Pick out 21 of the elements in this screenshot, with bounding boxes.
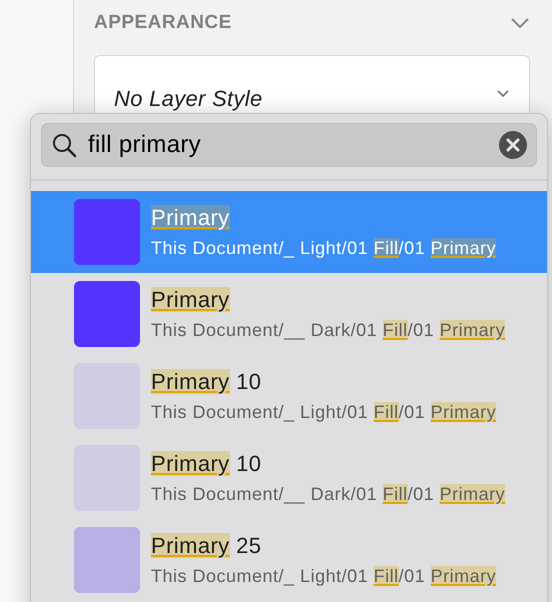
result-path: This Document/_ Light/01 Fill/01 Primary [151, 237, 496, 259]
clear-icon[interactable] [499, 131, 527, 159]
search-icon [51, 132, 77, 158]
result-path: This Document/__ Dark/01 Fill/01 Primary [151, 319, 506, 341]
result-title: Primary [151, 205, 231, 231]
result-title: Primary 10 [151, 451, 262, 477]
result-item[interactable]: Primary 10 This Document/_ Light/01 Fill/01 Primary [31, 355, 547, 437]
result-title: Primary [151, 287, 231, 313]
search-field[interactable]: fill primary [41, 123, 537, 167]
result-path: This Document/_ Light/01 Fill/01 Primary [151, 401, 496, 423]
result-item[interactable]: Primary This Document/__ Dark/01 Fill/01 Primary [31, 273, 547, 355]
result-path: This Document/_ Light/01 Fill/01 Primary [151, 565, 496, 587]
chevron-icon[interactable] [510, 17, 530, 29]
result-title: Primary 10 [151, 369, 262, 395]
section-title: APPEARANCE [94, 10, 232, 35]
result-item[interactable]: Primary 10 This Document/__ Dark/01 Fill/01 Primary [31, 437, 547, 519]
chevron-icon [497, 90, 509, 98]
result-item[interactable]: Primary 25 This Document/_ Light/01 Fill/01 Primary [31, 519, 547, 601]
result-path: This Document/__ Dark/01 Fill/01 Primary [151, 483, 506, 505]
layer-style-value: No Layer Style [114, 85, 262, 113]
result-title: Primary 25 [151, 533, 262, 559]
